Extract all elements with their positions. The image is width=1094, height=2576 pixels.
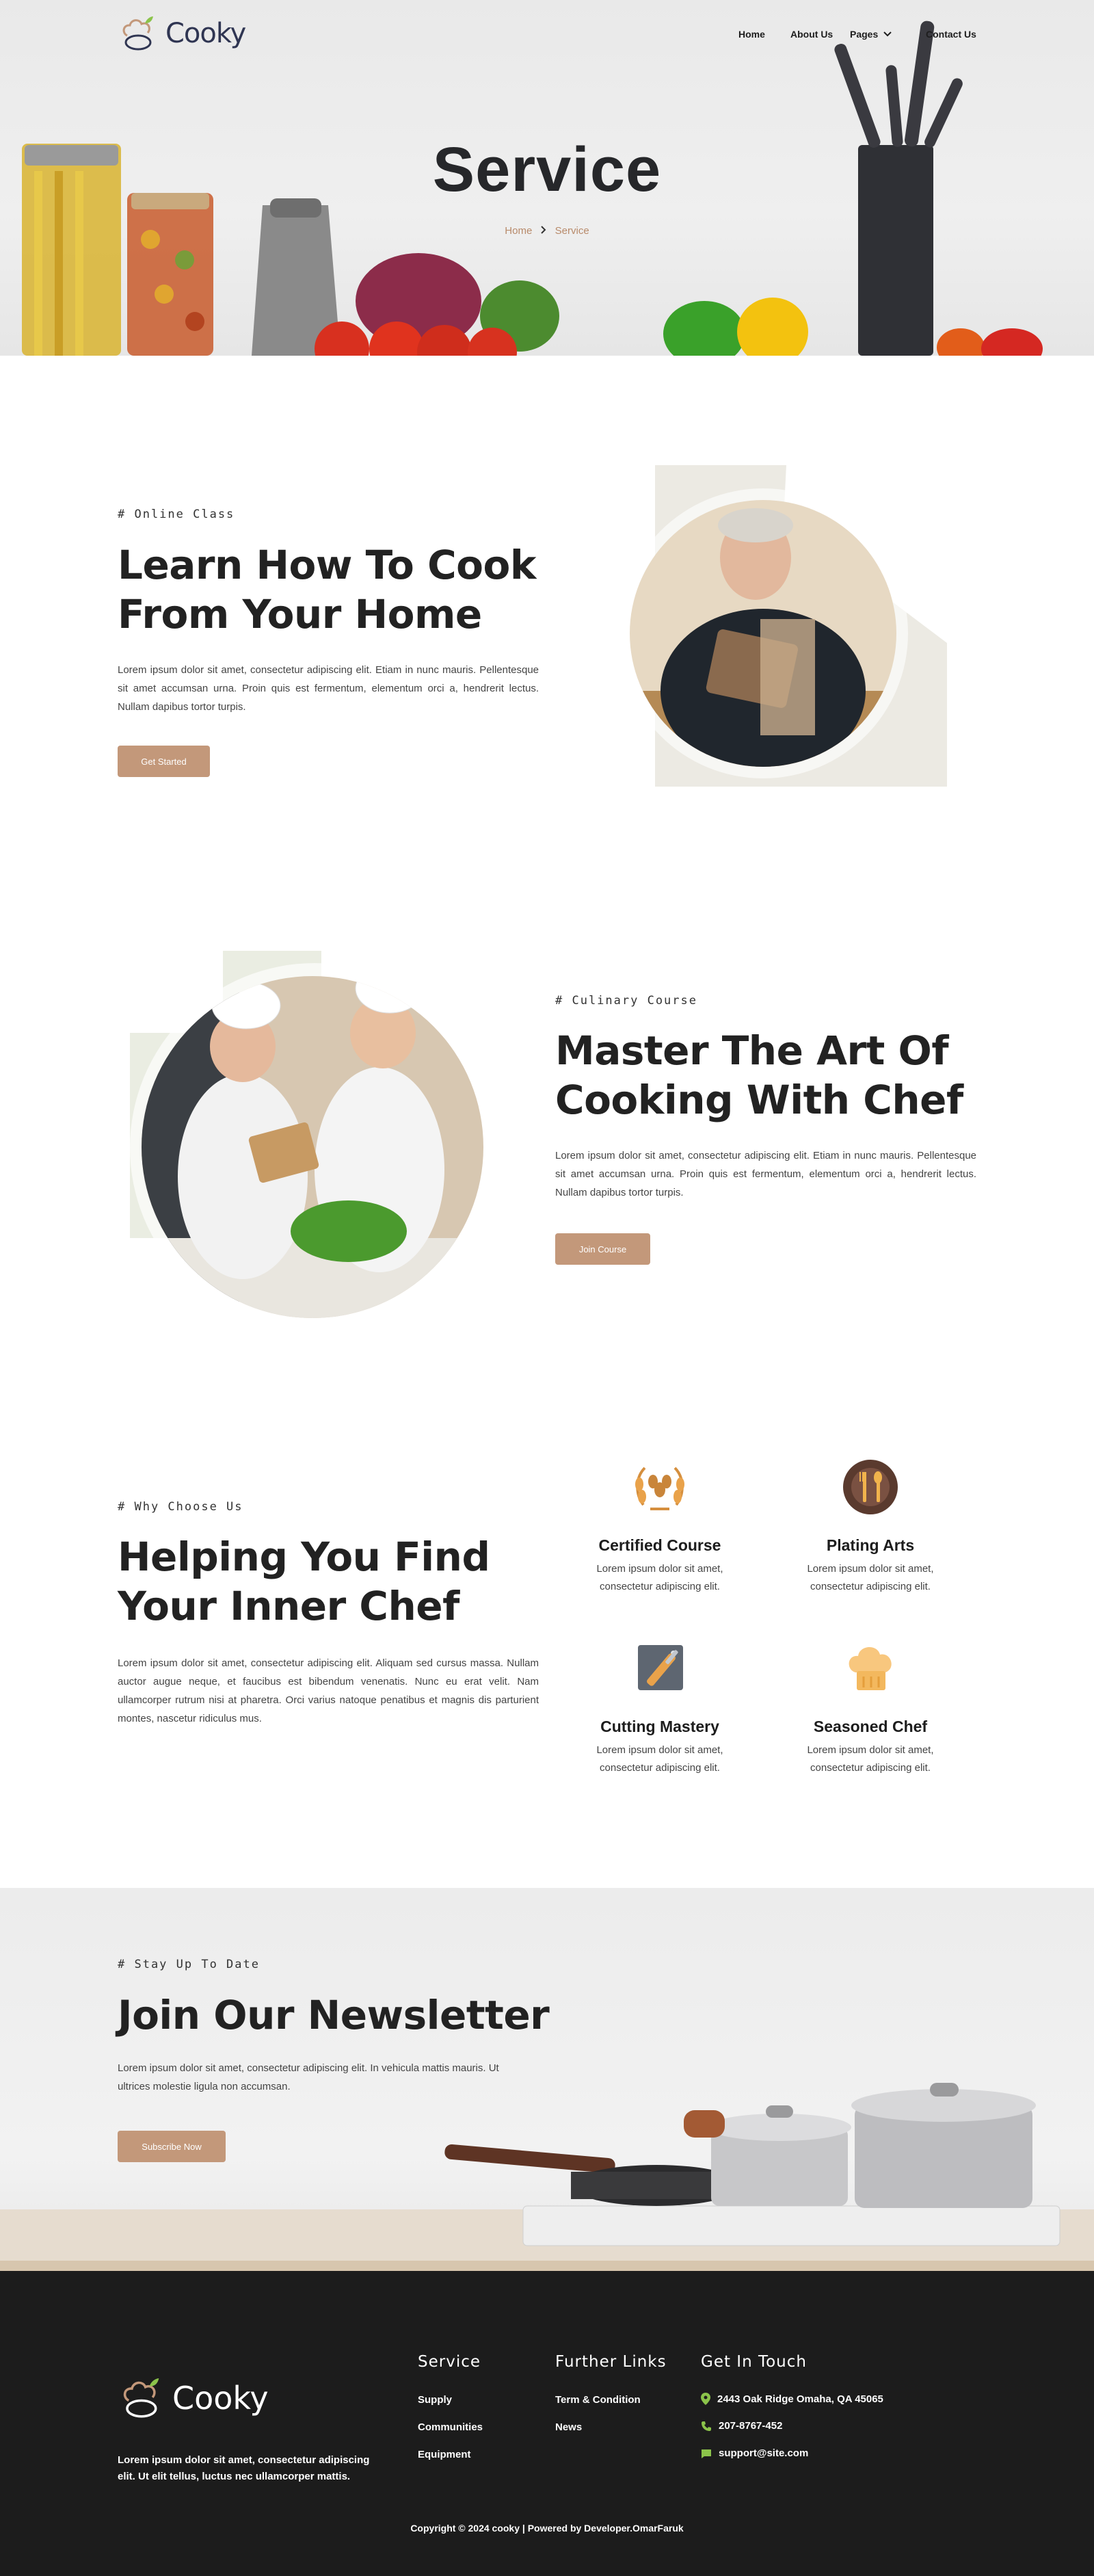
newsletter-body-line1: Lorem ipsum dolor sit amet, consectetur … [118,2062,499,2074]
phone-icon [702,2421,711,2431]
map-pin-icon [701,2393,710,2405]
chef-logo-icon [122,16,153,51]
culinary-course-title: Master The Art Of Cooking With Chef [555,1026,963,1125]
feature-desc-line1: Lorem ipsum dolor sit amet, [596,1563,723,1575]
plate-cutlery-icon [840,1457,900,1517]
feature-desc-line1: Lorem ipsum dolor sit amet, [807,1744,934,1756]
brand-logo[interactable]: Cooky [118,12,246,55]
feature-desc-line2: consectetur adipiscing elit. [810,1762,931,1774]
footer-brand-name: Cooky [172,2380,269,2417]
feature-title: Plating Arts [826,1536,915,1554]
chef-logo-icon [123,2378,159,2418]
breadcrumb-home-link[interactable]: Home [505,225,532,237]
feature-desc: Lorem ipsum dolor sit amet, consectetur … [782,1560,959,1596]
culinary-course-title-line1: Master The Art Of [555,1027,949,1074]
why-choose-title-line2: Your Inner Chef [118,1583,459,1629]
culinary-course-title-line2: Cooking With Chef [555,1077,963,1123]
feature-seasoned-chef: Seasoned Chef Lorem ipsum dolor sit amet… [782,1638,959,1777]
feature-title: Seasoned Chef [813,1718,928,1735]
newsletter-eyebrow: # Stay Up To Date [118,1958,260,1971]
nav-contact-link[interactable]: Contact Us [926,29,976,40]
footer-email-text: support@site.com [719,2447,809,2459]
nav-home-link[interactable]: Home [738,29,765,40]
newsletter-section: # Stay Up To Date Join Our Newsletter Lo… [0,1888,1094,2271]
chevron-right-icon [540,225,546,237]
feature-desc: Lorem ipsum dolor sit amet, consectetur … [782,1742,959,1777]
get-started-button[interactable]: Get Started [118,746,210,777]
online-class-section: # Online Class Learn How To Cook From Yo… [0,356,1094,834]
cutting-board-knife-icon [630,1638,690,1698]
two-chefs-image [130,951,499,1332]
online-class-title: Learn How To Cook From Your Home [118,540,536,639]
nav-pages-label: Pages [850,29,879,40]
footer-link-equipment[interactable]: Equipment [418,2449,471,2460]
newsletter-title: Join Our Newsletter [118,1992,550,2038]
footer-service-heading: Service [418,2353,481,2371]
newsletter-body-line2: ultrices molestie ligula non accumsan. [118,2081,291,2092]
footer-brand-logo[interactable]: Cooky [118,2374,269,2423]
footer-copyright: Copyright © 2024 cooky | Powered by Deve… [410,2523,684,2534]
chevron-down-icon [883,31,892,37]
culinary-course-eyebrow: # Culinary Course [555,994,697,1008]
hero-section: Cooky Home About Us Pages Contact Us Ser… [0,0,1094,356]
feature-cutting-mastery: Cutting Mastery Lorem ipsum dolor sit am… [571,1638,749,1777]
online-class-title-line1: Learn How To Cook [118,542,536,588]
feature-desc-line2: consectetur adipiscing elit. [600,1762,720,1774]
footer-email[interactable]: support@site.com [701,2447,808,2459]
feature-desc: Lorem ipsum dolor sit amet, consectetur … [571,1742,749,1777]
laurel-wreath-icon [630,1457,690,1517]
online-class-eyebrow: # Online Class [118,508,235,521]
footer-link-terms[interactable]: Term & Condition [555,2394,641,2406]
feature-title: Certified Course [598,1536,721,1554]
feature-desc-line2: consectetur adipiscing elit. [810,1581,931,1592]
footer-contact-heading: Get In Touch [701,2353,807,2371]
footer-link-supply[interactable]: Supply [418,2394,452,2406]
breadcrumb-current: Service [555,224,589,237]
page-title: Service [432,135,662,205]
feature-desc-line1: Lorem ipsum dolor sit amet, [807,1563,934,1575]
join-course-button[interactable]: Join Course [555,1233,650,1265]
culinary-course-body: Lorem ipsum dolor sit amet, consectetur … [555,1150,976,1198]
footer-phone-text: 207-8767-452 [719,2420,783,2432]
culinary-course-section: # Culinary Course Master The Art Of Cook… [0,834,1094,1354]
brand-name: Cooky [165,18,246,49]
nav-pages-dropdown[interactable]: Pages [850,29,892,40]
footer-link-news[interactable]: News [555,2421,582,2433]
chat-icon [702,2449,711,2458]
feature-desc: Lorem ipsum dolor sit amet, consectetur … [571,1560,749,1596]
subscribe-now-button[interactable]: Subscribe Now [118,2131,226,2162]
footer-about-line2: elit. Ut elit tellus, luctus nec ullamco… [118,2471,351,2482]
chef-hat-icon [840,1638,900,1698]
why-choose-title: Helping You Find Your Inner Chef [118,1532,490,1631]
footer-address-text: 2443 Oak Ridge Omaha, QA 45065 [717,2393,883,2405]
footer-further-heading: Further Links [555,2353,667,2371]
feature-desc-line1: Lorem ipsum dolor sit amet, [596,1744,723,1756]
why-choose-section: # Why Choose Us Helping You Find Your In… [0,1354,1094,1888]
footer-about-line1: Lorem ipsum dolor sit amet, consectetur … [118,2454,370,2466]
footer-link-communities[interactable]: Communities [418,2421,483,2433]
online-class-body: Lorem ipsum dolor sit amet, consectetur … [118,664,539,713]
senior-chef-tablet-image [618,465,947,787]
feature-plating-arts: Plating Arts Lorem ipsum dolor sit amet,… [782,1457,959,1596]
footer-about-text: Lorem ipsum dolor sit amet, consectetur … [118,2452,391,2485]
feature-desc-line2: consectetur adipiscing elit. [600,1581,720,1592]
breadcrumb: Home Service [0,224,1094,237]
why-choose-body: Lorem ipsum dolor sit amet, consectetur … [118,1657,539,1724]
online-class-title-line2: From Your Home [118,591,482,638]
site-footer: Cooky Lorem ipsum dolor sit amet, consec… [0,2271,1094,2576]
nav-about-link[interactable]: About Us [790,29,833,40]
feature-certified-course: Certified Course Lorem ipsum dolor sit a… [571,1457,749,1596]
footer-address: 2443 Oak Ridge Omaha, QA 45065 [701,2393,883,2405]
footer-phone[interactable]: 207-8767-452 [701,2420,782,2432]
newsletter-body: Lorem ipsum dolor sit amet, consectetur … [118,2059,555,2096]
feature-title: Cutting Mastery [600,1718,719,1735]
why-choose-title-line1: Helping You Find [118,1534,490,1580]
why-choose-eyebrow: # Why Choose Us [118,1500,243,1514]
